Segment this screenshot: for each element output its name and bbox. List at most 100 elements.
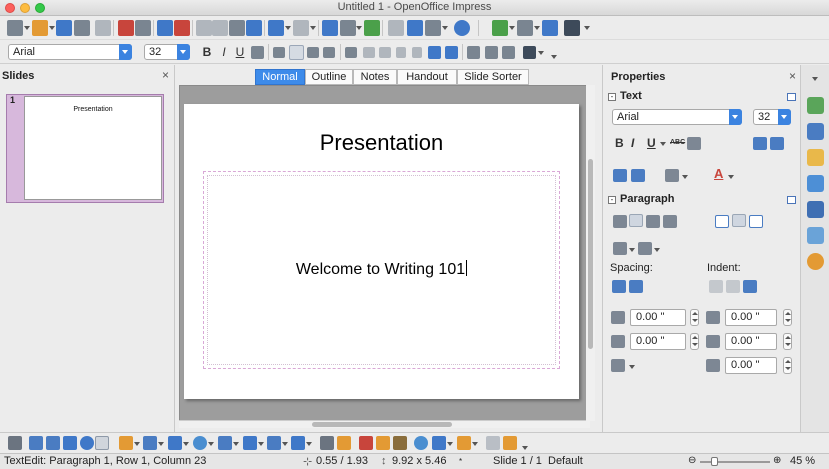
character-spacing-icon[interactable] (665, 169, 679, 182)
sidebar-italic-button[interactable]: I (631, 136, 634, 150)
before-indent-stepper[interactable] (783, 309, 792, 326)
chevron-down-icon[interactable] (177, 44, 190, 60)
grid-icon[interactable] (388, 20, 404, 36)
align-right-icon[interactable] (307, 47, 319, 58)
character-icon[interactable] (467, 46, 480, 59)
toolbar-overflow-icon[interactable] (584, 26, 590, 30)
bold-button[interactable]: B (200, 45, 214, 59)
italic-button[interactable]: I (217, 45, 231, 59)
chevron-down-icon[interactable] (729, 109, 742, 125)
save-icon[interactable] (56, 20, 72, 36)
table-icon[interactable] (340, 20, 356, 36)
font-name-box[interactable]: Arial (8, 44, 132, 60)
line-spacing-icon[interactable] (611, 359, 625, 372)
paste-icon[interactable] (229, 20, 245, 36)
shadow-icon[interactable] (251, 46, 264, 59)
demote-icon[interactable] (363, 47, 375, 58)
after-indent-field[interactable]: 0.00 " (725, 333, 777, 350)
decrease-spacing-icon[interactable] (629, 280, 643, 293)
line-spacing-dropdown-icon[interactable] (629, 365, 635, 369)
zoom-dropdown-icon[interactable] (442, 26, 448, 30)
basic-shapes-icon[interactable] (168, 436, 182, 450)
spellcheck-icon[interactable] (157, 20, 173, 36)
justify-icon[interactable] (323, 47, 335, 58)
numbering-dropdown-icon[interactable] (654, 248, 660, 252)
tab-handout[interactable]: Handout (397, 69, 457, 85)
font-color-dropdown-icon[interactable] (728, 175, 734, 179)
decrease-indent-icon[interactable] (726, 280, 740, 293)
edit-file-icon[interactable] (95, 20, 111, 36)
align-top-icon[interactable] (715, 215, 729, 228)
redo-dropdown-icon[interactable] (310, 26, 316, 30)
paragraph-more-options-icon[interactable] (787, 196, 796, 204)
chevron-down-icon[interactable] (778, 109, 791, 125)
sidebar-bullets-icon[interactable] (613, 242, 627, 255)
arrange-dropdown-icon[interactable] (472, 442, 478, 446)
help-icon[interactable] (454, 20, 470, 36)
table-dropdown-icon[interactable] (356, 26, 362, 30)
block-arrows-dropdown-icon[interactable] (233, 442, 239, 446)
properties-deck-icon[interactable] (807, 97, 824, 114)
below-spacing-stepper[interactable] (690, 333, 699, 350)
slide-transition-icon[interactable] (807, 175, 824, 192)
email-icon[interactable] (74, 20, 90, 36)
chevron-down-icon[interactable] (119, 44, 132, 60)
sidebar-decrease-font-icon[interactable] (770, 137, 784, 150)
sidebar-increase-font-icon[interactable] (753, 137, 767, 150)
sidebar-font-size-box[interactable]: 32 (753, 109, 791, 125)
ellipse-icon[interactable] (80, 436, 94, 450)
new-icon[interactable] (7, 20, 23, 36)
navigator-icon[interactable] (364, 20, 380, 36)
glue-icon[interactable] (337, 436, 351, 450)
zoom-out-icon[interactable]: ⊖ (688, 455, 696, 466)
above-spacing-stepper[interactable] (690, 309, 699, 326)
body-text-box[interactable]: Welcome to Writing 101 (203, 171, 560, 369)
above-spacing-field[interactable]: 0.00 " (630, 309, 686, 326)
alignment-dropdown-icon[interactable] (447, 442, 453, 446)
tab-notes[interactable]: Notes (353, 69, 397, 85)
font-color-dropdown-icon[interactable] (538, 51, 544, 55)
paragraph-icon[interactable] (485, 46, 498, 59)
paragraph-section-collapse-icon[interactable]: - (608, 196, 616, 204)
sidebar-justify-icon[interactable] (663, 215, 677, 228)
redo-icon[interactable] (293, 20, 309, 36)
master-pages-icon[interactable] (807, 123, 824, 140)
slide-title-text[interactable]: Presentation (184, 130, 579, 156)
stars-icon[interactable] (291, 436, 305, 450)
custom-animation-icon[interactable] (807, 149, 824, 166)
slide-canvas[interactable]: Presentation Welcome to Writing 101 (184, 104, 579, 399)
sidebar-numbering-icon[interactable] (638, 242, 652, 255)
navigator-deck-icon[interactable] (807, 253, 824, 270)
body-text-line[interactable]: Welcome to Writing 101 (204, 260, 559, 279)
increase-spacing-icon[interactable] (612, 280, 626, 293)
slideshow-icon[interactable] (542, 20, 558, 36)
symbol-shapes-dropdown-icon[interactable] (208, 442, 214, 446)
text-section-collapse-icon[interactable]: - (608, 93, 616, 101)
align-center-icon[interactable] (289, 45, 304, 60)
stars-dropdown-icon[interactable] (306, 442, 312, 446)
character-spacing-dropdown-icon[interactable] (682, 175, 688, 179)
callouts-dropdown-icon[interactable] (282, 442, 288, 446)
document-modified-icon[interactable]: * (459, 457, 462, 466)
sidebar-align-center-icon[interactable] (629, 214, 643, 227)
undo-icon[interactable] (268, 20, 284, 36)
text-icon[interactable] (95, 436, 109, 450)
underline-dropdown-icon[interactable] (660, 142, 666, 146)
sidebar-align-left-icon[interactable] (613, 215, 627, 228)
superscript-icon[interactable] (613, 169, 627, 182)
symbol-shapes-icon[interactable] (193, 436, 207, 450)
text-more-options-icon[interactable] (787, 93, 796, 101)
gallery-icon[interactable] (393, 436, 407, 450)
bullets-dropdown-icon[interactable] (629, 248, 635, 252)
from-file-icon[interactable] (376, 436, 390, 450)
sidebar-menu-icon[interactable] (812, 77, 818, 81)
slide-thumbnail[interactable]: Presentation (24, 96, 162, 200)
align-bottom-icon[interactable] (749, 215, 763, 228)
below-spacing-field[interactable]: 0.00 " (630, 333, 686, 350)
show-draw-icon[interactable] (407, 20, 423, 36)
vertical-scroll-thumb[interactable] (588, 159, 593, 349)
callouts-icon[interactable] (267, 436, 281, 450)
slide-layout-icon[interactable] (517, 20, 533, 36)
before-indent-field[interactable]: 0.00 " (725, 309, 777, 326)
export-pdf-icon[interactable] (118, 20, 134, 36)
